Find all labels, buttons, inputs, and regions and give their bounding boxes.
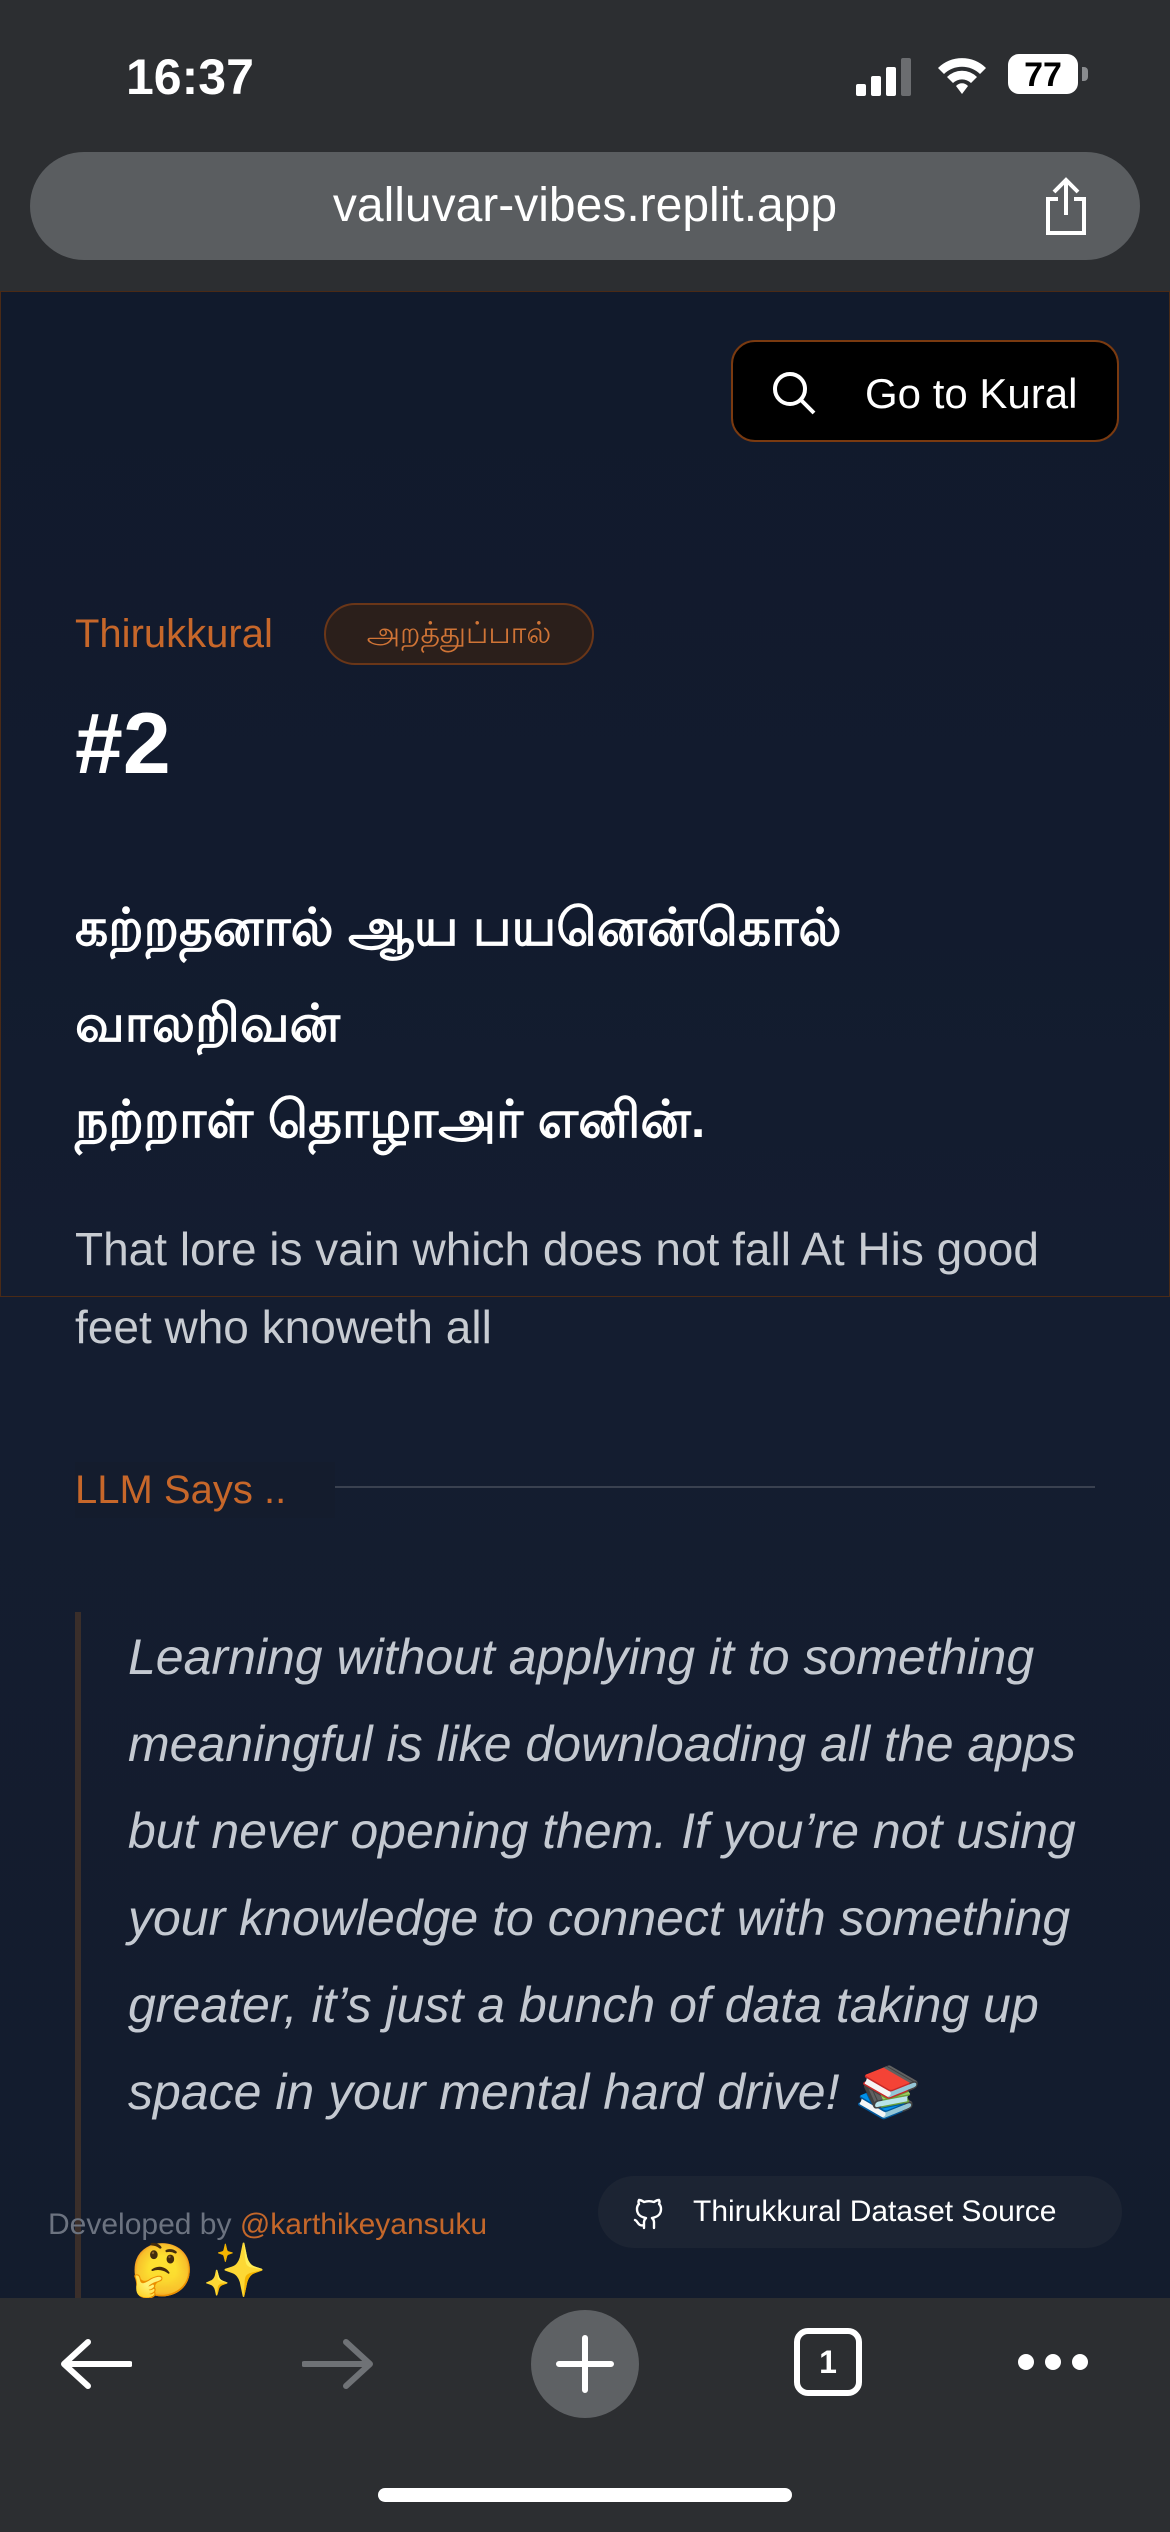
status-bar: 16:37 77 <box>0 0 1170 150</box>
thinking-emoji: 🤔 <box>130 2242 195 2300</box>
plus-icon <box>556 2335 614 2393</box>
home-indicator <box>378 2488 792 2502</box>
url-text: valluvar-vibes.replit.app <box>332 179 838 232</box>
developer-handle-link[interactable]: @karthikeyansuku <box>240 2208 487 2241</box>
developed-by-label: Developed by <box>48 2208 232 2241</box>
tab-switcher-button[interactable]: 1 <box>794 2328 862 2396</box>
status-time: 16:37 <box>126 49 254 105</box>
forward-icon[interactable] <box>302 2336 374 2392</box>
paal-badge: அறத்துப்பால் <box>324 603 594 665</box>
share-icon[interactable] <box>1040 177 1092 237</box>
more-icon[interactable] <box>1016 2350 1090 2374</box>
back-icon[interactable] <box>60 2336 132 2392</box>
kural-english: That lore is vain which does not fall At… <box>75 1223 1039 1353</box>
address-bar[interactable]: valluvar-vibes.replit.app <box>30 152 1140 260</box>
source-label: Thirukkural <box>75 612 273 656</box>
battery-level: 77 <box>1024 56 1062 94</box>
dataset-source-label: Thirukkural Dataset Source <box>693 2195 1057 2228</box>
go-to-kural-label: Go to Kural <box>865 370 1078 417</box>
go-to-kural-button[interactable]: Go to Kural <box>731 340 1119 442</box>
llm-heading: LLM Says .. <box>75 1462 335 1518</box>
kural-number: #2 <box>75 696 171 792</box>
sparkles-emoji: ✨ <box>202 2242 267 2300</box>
dataset-source-link[interactable]: Thirukkural Dataset Source <box>598 2176 1122 2248</box>
developer-credit: Developed by @karthikeyansuku <box>48 2208 487 2242</box>
new-tab-button[interactable] <box>531 2310 639 2418</box>
llm-explanation: Learning without applying it to somethin… <box>128 1629 1076 2120</box>
kural-line: கற்றதனால் ஆய பயனென்கொல் <box>75 899 842 957</box>
battery-icon: 77 <box>1008 54 1088 98</box>
quote-border <box>75 1612 81 2312</box>
wifi-icon <box>938 58 986 94</box>
kural-line: வாலறிவன் <box>75 995 341 1053</box>
kural-line: நற்றாள் தொழாஅர் எனின். <box>75 1091 706 1149</box>
divider <box>335 1486 1095 1488</box>
github-icon <box>633 2198 663 2230</box>
signal-icon <box>856 58 911 96</box>
search-icon <box>773 372 816 415</box>
kural-tamil: கற்றதனால் ஆய பயனென்கொல் வாலறிவன் நற்றாள்… <box>75 880 1095 1168</box>
